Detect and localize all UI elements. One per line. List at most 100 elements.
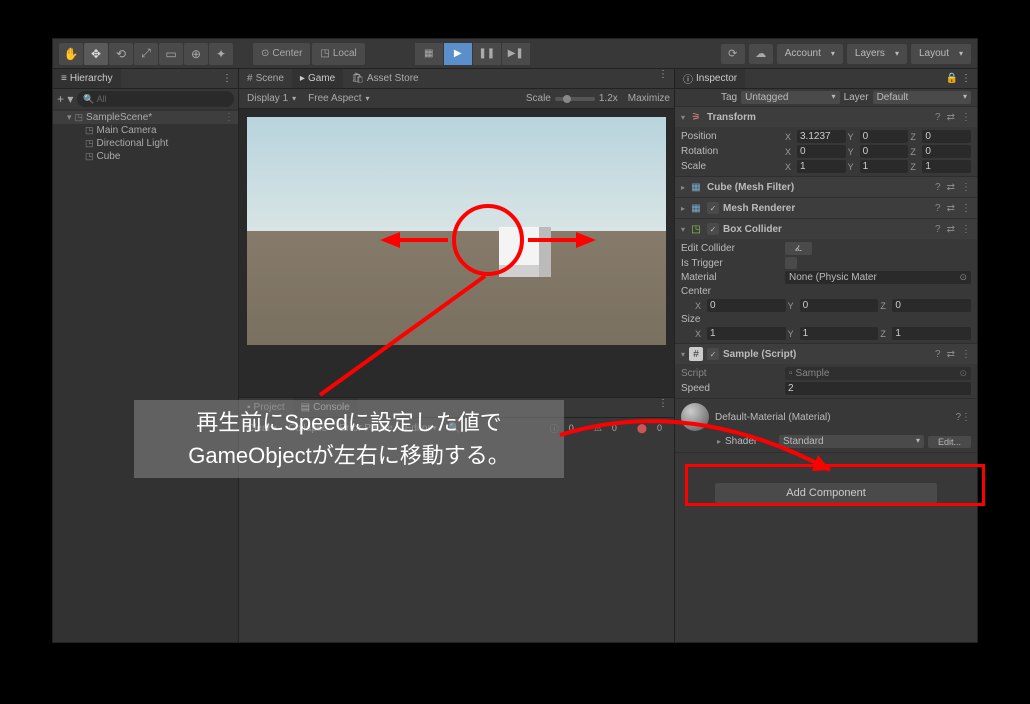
rot-x[interactable]: 0: [797, 145, 846, 158]
col-sz[interactable]: 1: [892, 327, 971, 340]
material-name: Default-Material (Material): [715, 412, 831, 423]
material-preview: [681, 403, 709, 431]
size-label: Size: [681, 314, 781, 325]
help-icon[interactable]: ?: [935, 112, 941, 123]
mesh-renderer-header[interactable]: ▸ ▦ Mesh Renderer ?⇄⋮: [675, 198, 977, 218]
add-component-button[interactable]: Add Component: [715, 483, 937, 503]
col-cy[interactable]: 0: [800, 299, 879, 312]
pivot-mode[interactable]: ⊙Center: [253, 43, 310, 65]
display-dropdown[interactable]: Display 1: [243, 93, 300, 104]
scale-slider[interactable]: [555, 97, 595, 101]
tab-scene[interactable]: #Scene: [239, 69, 292, 88]
layer-dropdown[interactable]: Default: [873, 91, 971, 104]
col-sx[interactable]: 1: [707, 327, 786, 340]
warn-count[interactable]: ⚠0: [586, 423, 625, 434]
edit-collider-label: Edit Collider: [681, 243, 781, 254]
play-button[interactable]: ▶: [444, 43, 472, 65]
speed-label: Speed: [681, 383, 781, 394]
snap-toggle[interactable]: ▦: [415, 43, 443, 65]
step-button[interactable]: ▶❚: [502, 43, 530, 65]
unity-editor-window: ✋ ✥ ⟲ ⤢ ▭ ⊕ ✦ ⊙Center ◳Local ▦ ▶ ❚❚ ▶❚ ⟳…: [52, 38, 978, 643]
aspect-dropdown[interactable]: Free Aspect: [304, 93, 522, 104]
maximize-toggle[interactable]: Maximize: [628, 93, 670, 104]
mesh-filter-header[interactable]: ▸ ▦ Cube (Mesh Filter) ?⇄⋮: [675, 177, 977, 197]
is-trigger-checkbox[interactable]: [785, 257, 797, 269]
box-collider-enable[interactable]: [707, 223, 719, 235]
rot-y[interactable]: 0: [860, 145, 909, 158]
tag-dropdown[interactable]: Untagged: [741, 91, 839, 104]
pos-z[interactable]: 0: [922, 130, 971, 143]
mesh-renderer-icon: ▦: [689, 201, 703, 215]
center-menu[interactable]: ⋮: [652, 69, 674, 88]
col-cx[interactable]: 0: [707, 299, 786, 312]
create-dropdown[interactable]: + ▾: [57, 92, 73, 106]
main-toolbar: ✋ ✥ ⟲ ⤢ ▭ ⊕ ✦ ⊙Center ◳Local ▦ ▶ ❚❚ ▶❚ ⟳…: [53, 39, 977, 69]
position-label: Position: [681, 131, 781, 142]
col-cz[interactable]: 0: [892, 299, 971, 312]
transform-tool[interactable]: ⊕: [184, 43, 208, 65]
physic-mat-field[interactable]: None (Physic Mater⊙: [785, 271, 971, 284]
scl-z[interactable]: 1: [922, 160, 971, 173]
preset-icon[interactable]: ⇄: [947, 112, 955, 123]
inspector-lock[interactable]: 🔒 ⋮: [940, 73, 977, 84]
is-trigger-label: Is Trigger: [681, 258, 781, 269]
center-panel: #Scene ▸Game 🛍Asset Store ⋮ Display 1 Fr…: [239, 69, 675, 642]
pause-button[interactable]: ❚❚: [473, 43, 501, 65]
script-enable[interactable]: [707, 348, 719, 360]
hierarchy-search[interactable]: 🔍All: [77, 91, 234, 107]
material-section: Default-Material (Material) ?⋮ ▸ Shader …: [675, 399, 977, 453]
tab-game[interactable]: ▸Game: [292, 69, 343, 88]
custom-tool[interactable]: ✦: [209, 43, 233, 65]
physic-mat-label: Material: [681, 272, 781, 283]
layout-dropdown[interactable]: Layout: [911, 44, 971, 64]
menu-icon[interactable]: ⋮: [961, 112, 971, 123]
speed-field[interactable]: 2: [785, 382, 971, 395]
scl-y[interactable]: 1: [860, 160, 909, 173]
cube-object: [499, 227, 551, 277]
hierarchy-item-cube[interactable]: ◳Cube: [53, 150, 238, 163]
error-count[interactable]: ⬤0: [629, 423, 670, 434]
hand-tool[interactable]: ✋: [59, 43, 83, 65]
edit-shader-button[interactable]: Edit...: [928, 436, 971, 448]
scene-item[interactable]: ▾◳SampleScene* ⋮: [53, 111, 238, 124]
hierarchy-item-light[interactable]: ◳Directional Light: [53, 137, 238, 150]
shader-label: Shader: [725, 436, 775, 447]
rot-z[interactable]: 0: [922, 145, 971, 158]
collab-button[interactable]: ⟳: [721, 44, 745, 64]
col-sy[interactable]: 1: [800, 327, 879, 340]
rect-tool[interactable]: ▭: [159, 43, 183, 65]
scl-x[interactable]: 1: [797, 160, 846, 173]
hierarchy-tab[interactable]: ≡Hierarchy: [53, 69, 121, 88]
mesh-renderer-enable[interactable]: [707, 202, 719, 214]
shader-dropdown[interactable]: Standard: [779, 435, 924, 448]
scale-value: 1.2x: [599, 93, 618, 104]
box-collider-icon: ◳: [689, 222, 703, 236]
hierarchy-menu[interactable]: ⋮: [216, 73, 238, 84]
space-mode[interactable]: ◳Local: [312, 43, 364, 65]
mesh-filter-icon: ▦: [689, 180, 703, 194]
script-field: ▫Sample⊙: [785, 367, 971, 380]
center-label: Center: [681, 286, 781, 297]
tag-label: Tag: [721, 92, 737, 103]
layers-dropdown[interactable]: Layers: [847, 44, 907, 64]
edit-collider-button[interactable]: ፈ: [785, 242, 812, 255]
annotation-text: 再生前にSpeedに設定した値で GameObjectが左右に移動する。: [134, 400, 564, 478]
pos-x[interactable]: 3.1237: [797, 130, 846, 143]
script-label: Script: [681, 368, 781, 379]
layer-label: Layer: [844, 92, 869, 103]
tab-asset-store[interactable]: 🛍Asset Store: [343, 69, 426, 88]
pos-y[interactable]: 0: [860, 130, 909, 143]
hierarchy-panel: ≡Hierarchy ⋮ + ▾ 🔍All ▾◳SampleScene* ⋮ ◳…: [53, 69, 239, 642]
inspector-tab[interactable]: ⓘInspector: [675, 69, 745, 88]
scale-tool[interactable]: ⤢: [134, 43, 158, 65]
box-collider-component: ▾ ◳ Box Collider ?⇄⋮ Edit Collider ፈ Is …: [675, 219, 977, 344]
rotate-tool[interactable]: ⟲: [109, 43, 133, 65]
move-tool[interactable]: ✥: [84, 43, 108, 65]
annotation-arrow-left-line: [398, 238, 448, 242]
console-menu[interactable]: ⋮: [652, 398, 674, 417]
hierarchy-item-camera[interactable]: ◳Main Camera: [53, 124, 238, 137]
cloud-button[interactable]: ☁: [749, 44, 773, 64]
transform-component: ▾ ⚞ Transform ?⇄⋮ Position X3.1237 Y0 Z0: [675, 107, 977, 177]
account-dropdown[interactable]: Account: [777, 44, 843, 64]
script-component: ▾ # Sample (Script) ?⇄⋮ Script ▫Sample⊙ …: [675, 344, 977, 399]
